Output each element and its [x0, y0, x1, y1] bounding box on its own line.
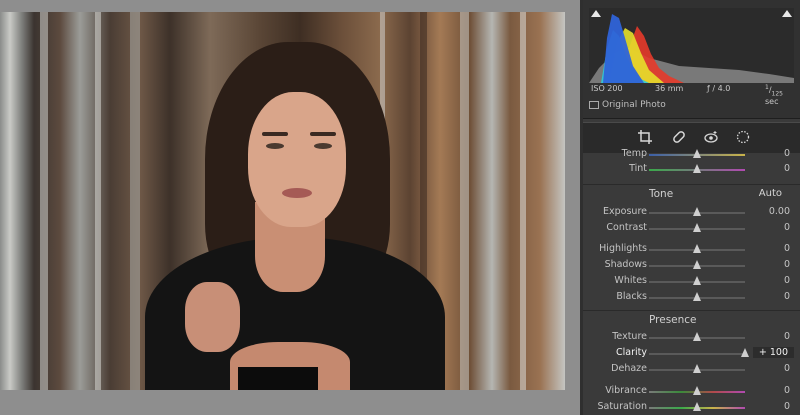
- subject-lips: [282, 188, 312, 198]
- whites-row: Whites 0: [583, 273, 800, 289]
- tone-title: Tone: [649, 188, 674, 200]
- crop-icon[interactable]: [637, 130, 653, 146]
- exposure-label: Exposure: [603, 206, 647, 217]
- tint-row: Tint 0: [583, 161, 800, 177]
- contrast-row: Contrast 0: [583, 220, 800, 236]
- dehaze-label: Dehaze: [611, 363, 647, 374]
- presence-title: Presence: [649, 314, 697, 326]
- texture-row: Texture 0: [583, 329, 800, 345]
- focal-length-value: 36 mm: [655, 84, 684, 93]
- bark-texture: [460, 12, 469, 390]
- healing-icon[interactable]: [671, 130, 687, 146]
- tint-value[interactable]: 0: [784, 163, 790, 174]
- presence-section-header: Presence: [583, 310, 800, 329]
- shadows-row: Shadows 0: [583, 257, 800, 273]
- temp-value[interactable]: 0: [784, 148, 790, 159]
- contrast-slider-knob[interactable]: [693, 223, 701, 232]
- exposure-row: Exposure 0.00: [583, 204, 800, 220]
- bark-texture: [40, 12, 48, 390]
- whites-slider-knob[interactable]: [693, 276, 701, 285]
- highlights-label: Highlights: [599, 243, 647, 254]
- vibrance-value[interactable]: 0: [784, 385, 790, 396]
- dehaze-value[interactable]: 0: [784, 363, 790, 374]
- auto-button[interactable]: Auto: [759, 188, 782, 199]
- texture-value[interactable]: 0: [784, 331, 790, 342]
- highlights-slider-knob[interactable]: [693, 244, 701, 253]
- contrast-value[interactable]: 0: [784, 222, 790, 233]
- clarity-value[interactable]: + 100: [752, 347, 794, 358]
- develop-panel: ISO 200 36 mm ƒ / 4.0 1/125 sec Original…: [583, 0, 800, 415]
- iso-value: ISO 200: [591, 84, 623, 93]
- shutter-unit: sec: [765, 97, 779, 107]
- red-eye-icon[interactable]: [703, 130, 719, 146]
- bark-texture: [95, 12, 101, 390]
- original-photo-label: Original Photo: [602, 100, 666, 110]
- texture-slider-knob[interactable]: [693, 332, 701, 341]
- dehaze-row: Dehaze 0: [583, 361, 800, 377]
- clarity-row: Clarity + 100: [583, 345, 800, 361]
- dehaze-slider-knob[interactable]: [693, 364, 701, 373]
- blacks-slider-knob[interactable]: [693, 292, 701, 301]
- subject-top: [238, 367, 318, 390]
- temp-label: Temp: [621, 148, 647, 159]
- subject-hand: [185, 282, 240, 352]
- tint-slider-knob[interactable]: [693, 164, 701, 173]
- original-photo-toggle[interactable]: Original Photo: [589, 100, 666, 110]
- subject-brow: [310, 132, 336, 136]
- shadows-value[interactable]: 0: [784, 259, 790, 270]
- aperture-value: ƒ / 4.0: [707, 84, 731, 93]
- temp-slider-knob[interactable]: [693, 149, 701, 158]
- bark-texture: [130, 12, 140, 390]
- shadow-clipping-icon[interactable]: [591, 10, 601, 17]
- subject-brow: [262, 132, 288, 136]
- shutter-numerator: 1: [765, 84, 769, 91]
- subject-face: [248, 92, 346, 227]
- blacks-label: Blacks: [616, 291, 647, 302]
- clarity-slider-knob[interactable]: [741, 348, 749, 357]
- whites-value[interactable]: 0: [784, 275, 790, 286]
- whites-label: Whites: [614, 275, 647, 286]
- exif-info: ISO 200 36 mm ƒ / 4.0 1/125 sec: [589, 83, 794, 106]
- saturation-label: Saturation: [597, 401, 647, 412]
- adjustment-panel: Temp 0 Tint 0 Tone Auto Exposure 0.00 Cont…: [583, 148, 800, 415]
- shutter-denominator: 125: [771, 90, 783, 98]
- exposure-value[interactable]: 0.00: [769, 206, 790, 217]
- highlights-row: Highlights 0: [583, 241, 800, 257]
- subject-eye: [314, 143, 332, 149]
- histogram-graph: [589, 14, 794, 83]
- highlight-clipping-icon[interactable]: [782, 10, 792, 17]
- histogram[interactable]: [589, 8, 794, 83]
- mask-icon[interactable]: [735, 130, 751, 146]
- vibrance-label: Vibrance: [605, 385, 647, 396]
- histogram-panel: ISO 200 36 mm ƒ / 4.0 1/125 sec Original…: [583, 0, 800, 119]
- exposure-slider-knob[interactable]: [693, 207, 701, 216]
- highlights-value[interactable]: 0: [784, 243, 790, 254]
- vibrance-row: Vibrance 0: [583, 383, 800, 399]
- photo-icon: [589, 100, 599, 109]
- bark-texture: [520, 12, 526, 390]
- saturation-value[interactable]: 0: [784, 401, 790, 412]
- photo-preview-area: [0, 0, 580, 415]
- photo-canvas[interactable]: [0, 12, 565, 390]
- vibrance-slider-knob[interactable]: [693, 386, 701, 395]
- saturation-slider-knob[interactable]: [693, 402, 701, 411]
- blacks-value[interactable]: 0: [784, 291, 790, 302]
- tone-section-header: Tone Auto: [583, 184, 800, 203]
- shutter-value: 1/125 sec: [765, 84, 783, 107]
- clarity-label: Clarity: [616, 347, 647, 358]
- contrast-label: Contrast: [606, 222, 647, 233]
- shadows-label: Shadows: [604, 259, 647, 270]
- temp-row: Temp 0: [583, 146, 800, 162]
- clarity-slider-track[interactable]: [649, 353, 745, 355]
- shadows-slider-knob[interactable]: [693, 260, 701, 269]
- subject-eye: [266, 143, 284, 149]
- tint-label: Tint: [629, 163, 647, 174]
- texture-label: Texture: [612, 331, 647, 342]
- saturation-row: Saturation 0: [583, 399, 800, 415]
- blacks-row: Blacks 0: [583, 289, 800, 305]
